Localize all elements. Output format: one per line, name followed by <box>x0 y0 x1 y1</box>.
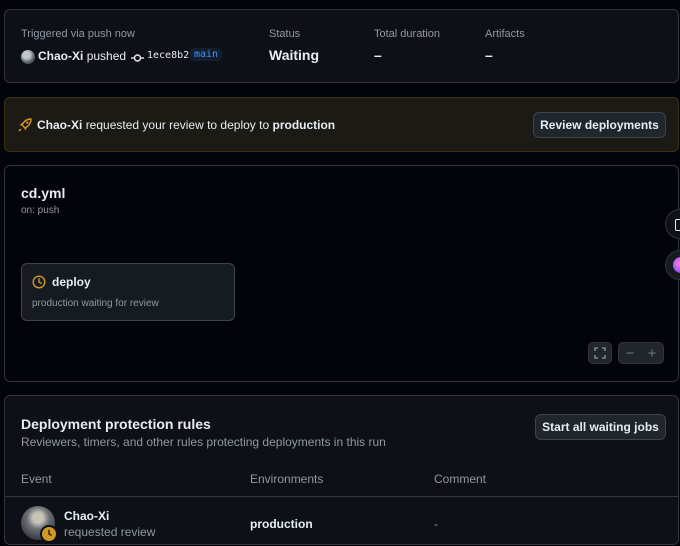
rules-subtitle: Reviewers, timers, and other rules prote… <box>21 435 386 449</box>
job-status-text: production waiting for review <box>32 298 159 309</box>
status-value: Waiting <box>269 47 320 63</box>
duration-value: – <box>374 47 382 63</box>
status-label: Status <box>269 28 301 40</box>
rocket-icon <box>17 117 33 133</box>
actor-link[interactable]: Chao-Xi <box>38 49 83 63</box>
zoom-out-button[interactable]: − <box>626 345 635 362</box>
job-card-deploy[interactable]: deploy production waiting for review <box>21 263 235 321</box>
row-environment: production <box>250 517 313 531</box>
run-summary: Triggered via push now Chao-Xi pushed 1e… <box>4 9 679 83</box>
branch-badge[interactable]: main <box>190 48 223 61</box>
artifacts-value: – <box>485 47 493 63</box>
event-description: requested review <box>64 525 156 539</box>
workflow-trigger: on: push <box>21 205 60 216</box>
start-all-waiting-jobs-button[interactable]: Start all waiting jobs <box>535 414 666 440</box>
clock-icon <box>32 275 46 289</box>
pending-clock-icon <box>40 525 58 543</box>
workflow-graph: cd.yml on: push deploy production waitin… <box>4 165 679 382</box>
rules-title: Deployment protection rules <box>21 416 211 432</box>
job-name: deploy <box>52 275 91 289</box>
actor-avatar[interactable] <box>21 50 35 64</box>
reviewer-name[interactable]: Chao-Xi <box>64 509 109 523</box>
fullscreen-button[interactable] <box>588 342 612 364</box>
column-environments: Environments <box>250 472 324 486</box>
panel-icon <box>675 219 680 231</box>
column-event: Event <box>21 472 52 486</box>
trigger-line: Chao-Xi pushed <box>38 49 126 63</box>
deployment-protection-rules: Deployment protection rules Reviewers, t… <box>4 395 679 545</box>
zoom-in-button[interactable]: + <box>648 345 657 362</box>
row-comment: - <box>434 517 438 531</box>
artifacts-label: Artifacts <box>485 28 525 40</box>
copilot-icon <box>673 257 680 273</box>
trigger-label: Triggered via push now <box>21 28 135 40</box>
duration-label: Total duration <box>374 28 441 40</box>
zoom-controls: − + <box>618 342 664 364</box>
workflow-file: cd.yml <box>21 185 66 201</box>
review-request-text: Chao-Xi requested your review to deploy … <box>37 118 335 132</box>
review-deployments-button[interactable]: Review deployments <box>533 112 666 138</box>
banner-message: requested your review to deploy to <box>85 118 270 132</box>
banner-environment: production <box>272 118 336 132</box>
banner-actor[interactable]: Chao-Xi <box>37 118 82 132</box>
fullscreen-icon <box>594 347 606 359</box>
commit-sha[interactable]: 1ece8b2 <box>147 50 189 61</box>
trigger-action: pushed <box>86 49 127 63</box>
review-request-banner: Chao-Xi requested your review to deploy … <box>4 97 679 152</box>
table-divider <box>5 496 678 497</box>
commit-icon <box>131 51 144 63</box>
column-comment: Comment <box>434 472 487 486</box>
